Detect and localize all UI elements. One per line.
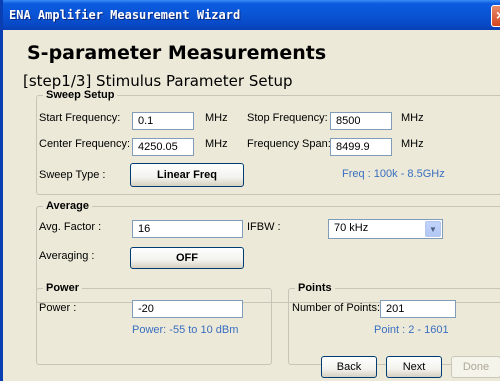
frequency-span-label: Frequency Span: (247, 138, 331, 150)
start-frequency-label: Start Frequency: (39, 112, 121, 124)
power-input[interactable]: -20 (132, 300, 243, 318)
averaging-toggle-button[interactable]: OFF (130, 247, 244, 269)
ifbw-label: IFBW : (247, 221, 281, 233)
ifbw-selected-value: 70 kHz (334, 222, 369, 234)
points-legend: Points (298, 282, 332, 294)
avg-factor-label: Avg. Factor : (39, 221, 102, 233)
center-frequency-label: Center Frequency: (39, 138, 131, 150)
average-legend: Average (46, 200, 90, 212)
power-label: Power : (39, 302, 77, 314)
next-button[interactable]: Next (386, 356, 442, 378)
sweep-type-label: Sweep Type : (39, 169, 106, 181)
freq-range-hint: Freq : 100k - 8.5GHz (342, 168, 445, 180)
wizard-body: S-parameter Measurements [step1/3] Stimu… (3, 30, 500, 381)
stop-frequency-input[interactable]: 8500 (330, 112, 392, 130)
power-range-hint: Power: -55 to 10 dBm (132, 324, 239, 336)
frequency-span-unit: MHz (401, 138, 424, 150)
power-legend: Power (46, 282, 80, 294)
center-frequency-unit: MHz (205, 138, 228, 150)
sweep-setup-legend: Sweep Setup (46, 89, 115, 101)
number-of-points-input[interactable]: 201 (380, 300, 456, 318)
back-button[interactable]: Back (321, 356, 377, 378)
page-title: S-parameter Measurements (27, 42, 327, 64)
title-bar[interactable]: ENA Amplifier Measurement Wizard × (3, 0, 500, 30)
start-frequency-input[interactable]: 0.1 (132, 112, 194, 130)
stop-frequency-unit: MHz (401, 112, 424, 124)
close-icon[interactable]: × (491, 5, 500, 27)
start-frequency-unit: MHz (205, 112, 228, 124)
window-title: ENA Amplifier Measurement Wizard (9, 8, 241, 22)
chevron-down-icon[interactable]: ▼ (425, 221, 441, 237)
points-range-hint: Point : 2 - 1601 (374, 324, 449, 336)
ifbw-select[interactable]: 70 kHz ▼ (328, 219, 443, 239)
wizard-window: ENA Amplifier Measurement Wizard × S-par… (0, 0, 500, 381)
averaging-label: Averaging : (39, 250, 95, 262)
center-frequency-input[interactable]: 4250.05 (132, 138, 194, 156)
done-button[interactable]: Done (451, 356, 500, 378)
frequency-span-input[interactable]: 8499.9 (330, 138, 392, 156)
number-of-points-label: Number of Points: (292, 302, 381, 314)
sweep-type-button[interactable]: Linear Freq (130, 163, 244, 187)
avg-factor-input[interactable]: 16 (132, 220, 243, 238)
stop-frequency-label: Stop Frequency: (247, 112, 328, 124)
step-subtitle: [step1/3] Stimulus Parameter Setup (23, 72, 293, 90)
